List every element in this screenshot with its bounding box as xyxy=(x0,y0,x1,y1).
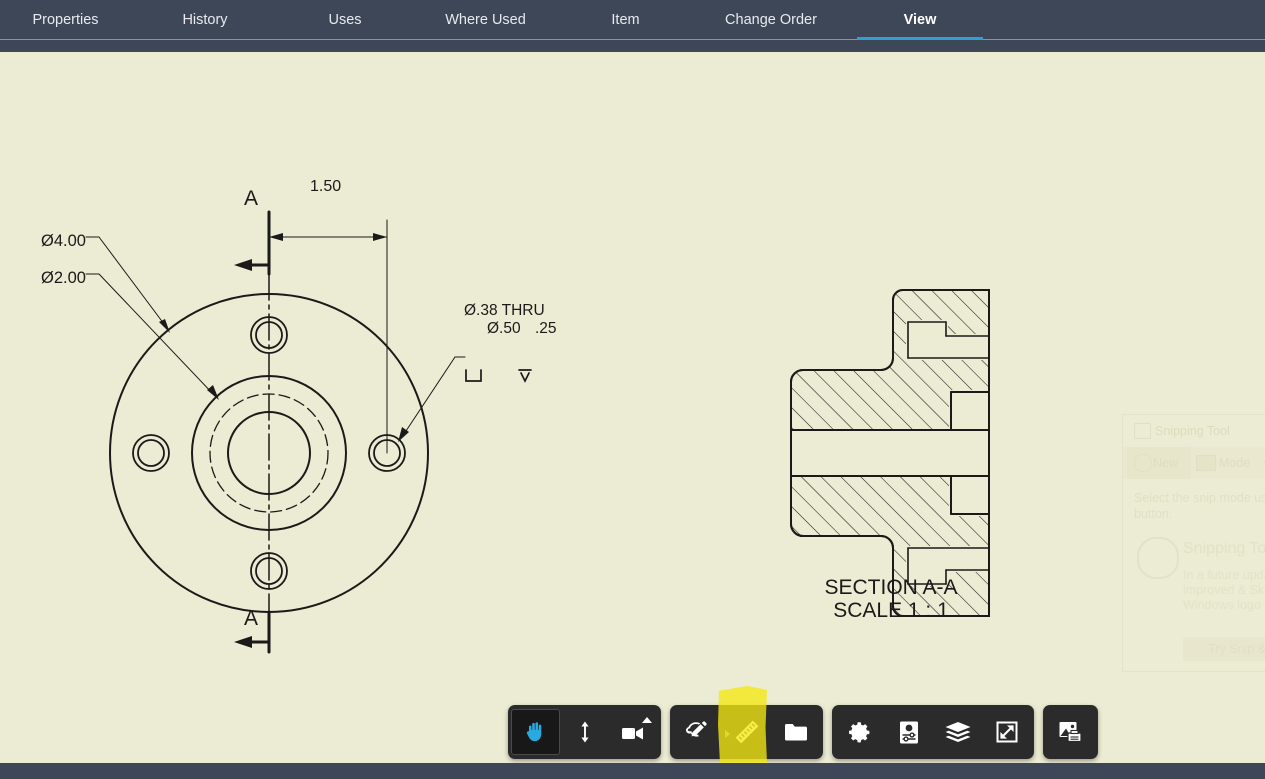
snipping-tool-title: Snipping Tool xyxy=(1155,424,1230,438)
snipping-tool-promo-body: In a future update, S home. Try improved… xyxy=(1183,568,1265,613)
tab-label: View xyxy=(904,12,937,28)
camera-views-button[interactable] xyxy=(609,709,658,755)
toolbar-group-output xyxy=(1043,705,1098,759)
snipping-tool-new-label: New xyxy=(1153,456,1178,470)
snipping-tool-hint: Select the snip mode using xyxy=(1134,491,1265,507)
fit-screen-icon xyxy=(995,720,1019,744)
layers-button[interactable] xyxy=(933,709,982,755)
print-button[interactable] xyxy=(1046,709,1095,755)
status-bar xyxy=(0,763,1265,779)
layers-icon xyxy=(945,721,971,743)
tab-label: Change Order xyxy=(725,12,817,28)
section-letter-top: A xyxy=(244,187,258,210)
snipping-tool-mode-label[interactable]: Mode xyxy=(1219,456,1250,470)
camera-dropdown-caret-icon[interactable] xyxy=(642,717,652,723)
drawing-canvas[interactable]: Ø4.00 Ø2.00 1.50 A A Ø.38 THRU Ø.50 .25 … xyxy=(0,52,1265,763)
zoom-tool-button[interactable] xyxy=(560,709,609,755)
snipping-tool-hint-2: button. xyxy=(1134,507,1265,523)
display-settings-button[interactable] xyxy=(884,709,933,755)
try-snip-and-sketch-button[interactable]: Try Snip & Sketch xyxy=(1183,637,1265,661)
snip-sketch-icon xyxy=(1137,537,1179,579)
tab-list: Properties History Uses Where Used Item Chang… xyxy=(0,0,1265,40)
snipping-tool-app-icon xyxy=(1134,423,1151,439)
tab-label: History xyxy=(182,12,227,28)
tab-view[interactable]: View xyxy=(851,0,989,40)
engineering-drawing: Ø4.00 Ø2.00 1.50 A A Ø.38 THRU Ø.50 .25 … xyxy=(0,52,1265,763)
cad-viewer-window: Properties History Uses Where Used Item Chang… xyxy=(0,0,1265,779)
markup-pencil-icon xyxy=(685,720,710,744)
settings-button[interactable] xyxy=(835,709,884,755)
tab-change-order[interactable]: Change Order xyxy=(691,0,851,40)
pan-tool-button[interactable] xyxy=(511,709,560,755)
dimension-outer-diameter: Ø4.00 xyxy=(41,232,86,250)
section-letter-bottom: A xyxy=(244,607,258,630)
hole-callout-depth-value: .25 xyxy=(535,320,557,337)
snipping-tool-window[interactable]: Snipping Tool New Mode Select the snip m… xyxy=(1122,414,1265,672)
toolbar-group-markup xyxy=(670,705,823,759)
tab-uses[interactable]: Uses xyxy=(279,0,411,40)
toolbar-group-navigation xyxy=(508,705,661,759)
tab-label: Uses xyxy=(328,12,361,28)
snipping-tool-promo-title: Snipping Tool i xyxy=(1183,540,1265,558)
ruler-measure-icon xyxy=(734,719,760,745)
measure-tool-button[interactable] xyxy=(722,709,771,755)
open-folder-button[interactable] xyxy=(771,709,820,755)
dimension-linear-1-50: 1.50 xyxy=(310,178,341,195)
hand-pan-icon xyxy=(523,719,549,745)
tab-where-used[interactable]: Where Used xyxy=(411,0,560,40)
section-hatch-top xyxy=(791,290,991,432)
fit-screen-button[interactable] xyxy=(982,709,1031,755)
dimension-hub-diameter: Ø2.00 xyxy=(41,269,86,287)
scissors-icon xyxy=(1134,454,1152,472)
mode-icon xyxy=(1196,455,1216,471)
try-snip-and-sketch-label: Try Snip & Sketch xyxy=(1183,637,1265,661)
section-view-title: SECTION A-A xyxy=(824,576,957,599)
hole-callout-line-1: Ø.38 THRU xyxy=(464,302,545,319)
tab-label: Properties xyxy=(32,12,98,28)
markup-tool-button[interactable] xyxy=(673,709,722,755)
gear-icon xyxy=(847,720,872,745)
hole-callout-line-2: Ø.50 xyxy=(487,320,521,337)
toolbar-group-settings xyxy=(832,705,1034,759)
tab-properties[interactable]: Properties xyxy=(0,0,131,40)
measure-flyout-caret-icon[interactable] xyxy=(725,730,730,738)
camera-view-icon xyxy=(621,722,647,742)
tab-label: Item xyxy=(611,12,639,28)
tab-label: Where Used xyxy=(445,12,526,28)
tab-history[interactable]: History xyxy=(131,0,279,40)
display-settings-icon xyxy=(898,720,920,745)
print-image-icon xyxy=(1058,720,1084,744)
viewer-toolbar xyxy=(508,705,1098,759)
zoom-vertical-arrow-icon xyxy=(574,720,596,744)
view-tab-bar: Properties History Uses Where Used Item Chang… xyxy=(0,0,1265,40)
tab-bar-spacer xyxy=(0,40,1265,52)
section-view-scale: SCALE 1 : 1 xyxy=(833,599,949,622)
tab-item[interactable]: Item xyxy=(560,0,691,40)
folder-icon xyxy=(784,722,808,743)
